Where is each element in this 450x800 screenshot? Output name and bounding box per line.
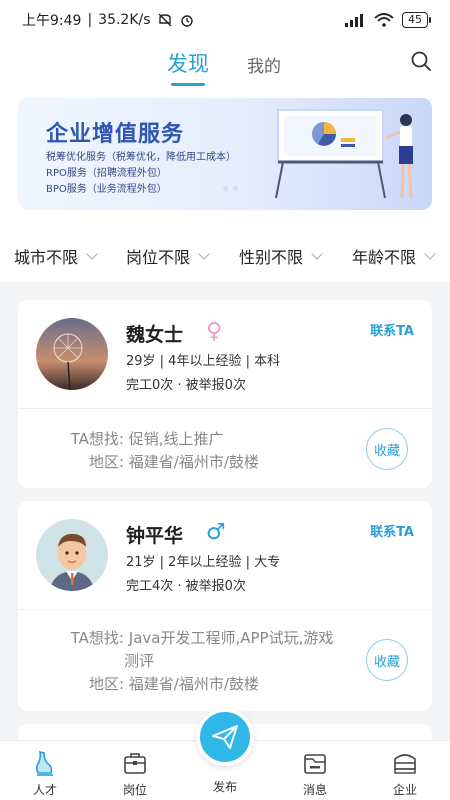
nav-jobs[interactable]: 岗位 — [105, 749, 165, 798]
banner-line: BPO服务（业务流程外包） — [46, 184, 167, 195]
mute-icon — [158, 13, 172, 27]
candidate-name: 钟平华 — [126, 525, 184, 547]
filter-bar: 城市不限 岗位不限 性别不限 年龄不限 — [0, 220, 450, 282]
filter-label: 年龄不限 — [352, 248, 417, 267]
candidate-stats: 完工4次 · 被举报0次 — [126, 579, 246, 594]
filter-label: 性别不限 — [239, 248, 304, 267]
avatar — [36, 318, 108, 390]
want-row: TA想找: Java开发工程师,APP试玩,游戏 — [58, 627, 334, 648]
filter-position[interactable]: 岗位不限 — [126, 244, 210, 268]
region-row: 地区: 福建省/福州市/鼓楼 — [58, 451, 259, 472]
filter-label: 城市不限 — [14, 248, 79, 267]
banner-line: RPO服务（招聘流程外包） — [46, 168, 167, 179]
nav-enterprise[interactable]: 企业 — [375, 749, 435, 798]
contact-button[interactable]: 联系TA — [370, 521, 414, 540]
banner-title: 企业增值服务 — [46, 122, 185, 147]
talent-icon — [35, 750, 53, 776]
message-icon — [304, 754, 326, 774]
filter-gender[interactable]: 性别不限 — [239, 244, 323, 268]
region-label: 地区: — [88, 453, 124, 471]
nav-label: 企业 — [392, 783, 417, 797]
want-label: TA想找: — [70, 430, 124, 448]
nav-messages[interactable]: 消息 — [285, 749, 345, 798]
filter-age[interactable]: 年龄不限 — [352, 244, 436, 268]
status-bar: 上午9:49 | 35.2K/s 45 — [0, 0, 450, 40]
chevron-down-icon — [311, 248, 323, 260]
nav-label: 人才 — [32, 783, 57, 797]
signal-icon — [345, 14, 363, 27]
region-label: 地区: — [88, 675, 124, 693]
want-value: 促销,线上推广 — [128, 430, 224, 448]
nav-label[interactable]: 发布 — [196, 778, 254, 795]
candidate-card[interactable]: 钟平华 ♂ 联系TA 21岁 | 2年以上经验 | 大专 完工4次 · 被举报0… — [18, 501, 432, 711]
promo-banner[interactable]: 企业增值服务 税筹优化服务（税筹优化，降低用工成本） RPO服务（招聘流程外包）… — [18, 98, 432, 210]
want-value: 测评 — [124, 652, 155, 670]
nav-label: 消息 — [302, 783, 327, 797]
banner-section: 企业增值服务 税筹优化服务（税筹优化，降低用工成本） RPO服务（招聘流程外包）… — [0, 92, 450, 220]
avatar — [36, 519, 108, 591]
want-row: TA想找: 促销,线上推广 — [58, 428, 224, 449]
nav-talent[interactable]: 人才 — [15, 749, 75, 798]
region-row: 地区: 福建省/福州市/鼓楼 — [58, 673, 259, 694]
divider — [18, 609, 432, 610]
banner-pagination — [223, 186, 238, 191]
filter-city[interactable]: 城市不限 — [14, 244, 98, 268]
collect-button[interactable]: 收藏 — [366, 639, 408, 681]
filter-label: 岗位不限 — [126, 248, 191, 267]
paper-plane-icon — [212, 725, 238, 749]
briefcase-icon — [124, 753, 146, 774]
nav-label: 岗位 — [122, 783, 147, 797]
candidate-name: 魏女士 — [126, 324, 184, 346]
top-bar: 发现 我的 — [0, 40, 450, 92]
collect-button[interactable]: 收藏 — [366, 428, 408, 470]
candidate-details: 29岁 | 4年以上经验 | 本科 — [126, 354, 281, 369]
network-speed: 35.2K/s — [98, 12, 151, 28]
chevron-down-icon — [424, 248, 436, 260]
want-value: Java开发工程师,APP试玩,游戏 — [128, 629, 334, 647]
publish-button[interactable] — [196, 708, 254, 766]
chevron-down-icon — [86, 248, 98, 260]
battery-indicator: 45 — [402, 12, 431, 28]
want-row-continued: 测评 — [124, 650, 154, 671]
candidate-details: 21岁 | 2年以上经验 | 大专 — [126, 555, 281, 570]
tab-mine[interactable]: 我的 — [247, 52, 281, 77]
banner-line: 税筹优化服务（税筹优化，降低用工成本） — [46, 152, 236, 163]
female-icon: ♀ — [206, 319, 223, 344]
tab-discover[interactable]: 发现 — [167, 48, 209, 86]
search-icon[interactable] — [410, 50, 432, 72]
banner-illustration — [275, 109, 413, 199]
male-icon: ♂ — [206, 520, 226, 545]
candidate-stats: 完工0次 · 被举报0次 — [126, 378, 246, 393]
want-label: TA想找: — [70, 629, 124, 647]
enterprise-icon — [394, 754, 416, 774]
wifi-icon — [374, 13, 394, 27]
divider — [18, 408, 432, 409]
chevron-down-icon — [198, 248, 210, 260]
alarm-icon — [180, 15, 193, 27]
status-time: 上午9:49 — [22, 13, 82, 29]
contact-button[interactable]: 联系TA — [370, 320, 414, 339]
region-value: 福建省/福州市/鼓楼 — [128, 453, 259, 471]
region-value: 福建省/福州市/鼓楼 — [128, 675, 259, 693]
candidate-card[interactable]: 魏女士 ♀ 联系TA 29岁 | 4年以上经验 | 本科 完工0次 · 被举报0… — [18, 300, 432, 488]
